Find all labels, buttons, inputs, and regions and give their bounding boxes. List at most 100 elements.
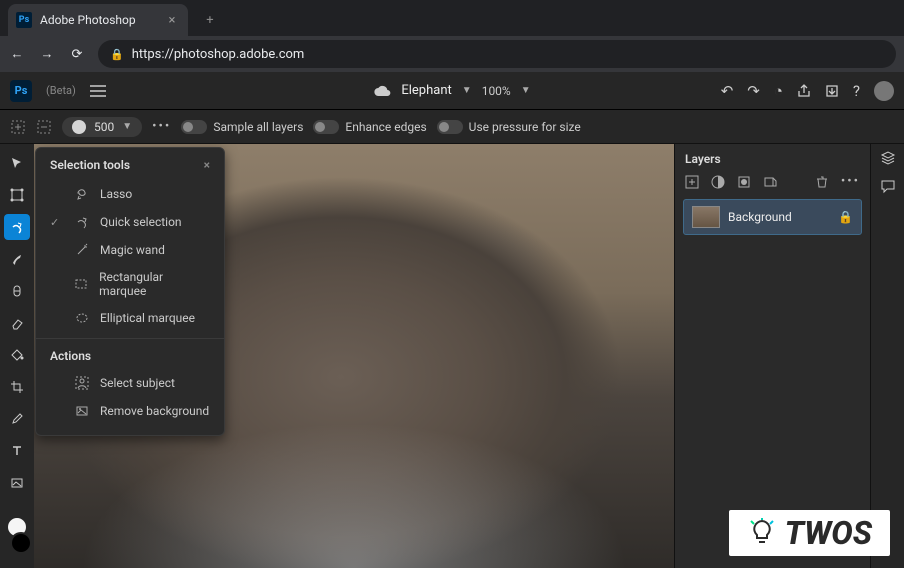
export-icon[interactable]	[825, 84, 839, 98]
lasso-icon	[74, 186, 90, 202]
watermark: TWOS	[729, 510, 890, 556]
brush-size-value: 500	[94, 120, 114, 134]
quick-selection-label: Quick selection	[100, 215, 182, 229]
photoshop-app: Ps (Beta) Elephant ▼ 100% ▼ ↶ ↷ ◔ ?	[0, 72, 904, 568]
place-tool[interactable]	[4, 470, 30, 496]
trash-icon[interactable]	[815, 175, 829, 189]
browser-nav-bar: ← → ⟳ 🔒 https://photoshop.adobe.com	[0, 36, 904, 72]
zoom-level[interactable]: 100%	[482, 84, 511, 98]
transform-tool[interactable]	[4, 182, 30, 208]
back-icon[interactable]: ←	[8, 46, 26, 62]
quick-selection-item[interactable]: ✓ Quick selection	[36, 208, 224, 236]
watermark-text: TWOS	[785, 514, 872, 552]
brush-size-selector[interactable]: 500 ▼	[62, 117, 142, 137]
ps-logo-icon[interactable]: Ps	[10, 80, 32, 102]
right-rail	[870, 144, 904, 568]
doc-chevron-down-icon[interactable]: ▼	[462, 85, 472, 96]
new-selection-icon[interactable]	[10, 119, 26, 135]
layers-rail-icon[interactable]	[880, 150, 896, 166]
url-text: https://photoshop.adobe.com	[132, 47, 305, 62]
options-bar: 500 ▼ ••• Sample all layers Enhance edge…	[0, 110, 904, 144]
move-tool[interactable]	[4, 150, 30, 176]
enhance-edges-toggle[interactable]	[313, 120, 339, 134]
rect-marquee-icon	[74, 276, 90, 292]
canvas[interactable]: Selection tools × Lasso ✓ Quick selectio…	[34, 144, 674, 568]
use-pressure-toggle[interactable]	[437, 120, 463, 134]
popup-section-actions: Actions	[36, 338, 224, 369]
ellipse-marquee-icon	[74, 310, 90, 326]
smart-object-icon[interactable]	[763, 175, 777, 189]
subtract-selection-icon[interactable]	[36, 119, 52, 135]
background-layer[interactable]: Background 🔒	[683, 199, 862, 235]
crop-tool[interactable]	[4, 374, 30, 400]
layer-name: Background	[728, 210, 830, 224]
background-color-swatch[interactable]	[10, 532, 32, 554]
magic-wand-icon	[74, 242, 90, 258]
bulb-icon	[747, 518, 777, 548]
adjustment-layer-icon[interactable]	[711, 175, 725, 189]
rect-marquee-label: Rectangular marquee	[99, 270, 210, 298]
select-subject-icon	[74, 375, 90, 391]
sample-all-layers-toggle[interactable]	[181, 120, 207, 134]
layers-panel-tools: •••	[675, 174, 870, 199]
magic-wand-label: Magic wand	[100, 243, 165, 257]
lock-icon[interactable]: 🔒	[838, 210, 853, 224]
hamburger-menu-icon[interactable]	[90, 85, 106, 97]
cloud-icon	[373, 85, 391, 97]
add-layer-icon[interactable]	[685, 175, 699, 189]
sample-all-layers-label: Sample all layers	[213, 120, 303, 134]
brush-tool[interactable]	[4, 246, 30, 272]
new-tab-button[interactable]: +	[196, 6, 224, 34]
quick-selection-check: ✓	[50, 216, 64, 229]
layer-thumbnail	[692, 206, 720, 228]
mask-icon[interactable]	[737, 175, 751, 189]
select-subject-item[interactable]: Select subject	[36, 369, 224, 397]
eyedropper-tool[interactable]	[4, 406, 30, 432]
forward-icon[interactable]: →	[38, 46, 56, 62]
lasso-label: Lasso	[100, 187, 132, 201]
more-options-icon[interactable]: •••	[152, 119, 171, 134]
remove-background-icon	[74, 403, 90, 419]
use-pressure-label: Use pressure for size	[469, 120, 581, 134]
tool-rail	[0, 144, 34, 568]
enhance-edges-label: Enhance edges	[345, 120, 426, 134]
eraser-tool[interactable]	[4, 310, 30, 336]
magic-wand-item[interactable]: Magic wand	[36, 236, 224, 264]
healing-tool[interactable]	[4, 278, 30, 304]
comments-rail-icon[interactable]	[880, 178, 896, 194]
share-icon[interactable]	[797, 84, 811, 98]
lasso-item[interactable]: Lasso	[36, 180, 224, 208]
reload-icon[interactable]: ⟳	[68, 47, 86, 62]
zoom-chevron-down-icon[interactable]: ▼	[521, 85, 531, 96]
ellipse-marquee-label: Elliptical marquee	[100, 311, 195, 325]
main-area: Selection tools × Lasso ✓ Quick selectio…	[0, 144, 904, 568]
url-bar[interactable]: 🔒 https://photoshop.adobe.com	[98, 40, 896, 68]
selection-tools-popup: Selection tools × Lasso ✓ Quick selectio…	[35, 147, 225, 436]
timer-icon[interactable]: ◔	[774, 82, 783, 100]
user-avatar[interactable]	[874, 81, 894, 101]
select-subject-label: Select subject	[100, 376, 175, 390]
remove-background-label: Remove background	[100, 404, 209, 418]
popup-close-icon[interactable]: ×	[204, 158, 210, 172]
ps-favicon: Ps	[16, 12, 32, 28]
document-name[interactable]: Elephant	[401, 83, 451, 98]
remove-background-item[interactable]: Remove background	[36, 397, 224, 425]
ellipse-marquee-item[interactable]: Elliptical marquee	[36, 304, 224, 332]
redo-icon[interactable]: ↷	[747, 82, 760, 100]
popup-section-tools: Selection tools	[50, 158, 130, 172]
brush-preview-icon	[72, 120, 86, 134]
brush-chevron-down-icon: ▼	[122, 121, 132, 132]
app-top-bar: Ps (Beta) Elephant ▼ 100% ▼ ↶ ↷ ◔ ?	[0, 72, 904, 110]
beta-label: (Beta)	[46, 84, 76, 97]
selection-tool[interactable]	[4, 214, 30, 240]
close-tab-icon[interactable]: ×	[164, 13, 180, 28]
layers-panel-title: Layers	[675, 144, 870, 174]
help-icon[interactable]: ?	[853, 82, 860, 100]
undo-icon[interactable]: ↶	[721, 82, 734, 100]
quick-selection-icon	[74, 214, 90, 230]
type-tool[interactable]	[4, 438, 30, 464]
layers-more-icon[interactable]: •••	[841, 174, 860, 189]
fill-tool[interactable]	[4, 342, 30, 368]
browser-tab[interactable]: Ps Adobe Photoshop ×	[8, 4, 188, 36]
rect-marquee-item[interactable]: Rectangular marquee	[36, 264, 224, 304]
